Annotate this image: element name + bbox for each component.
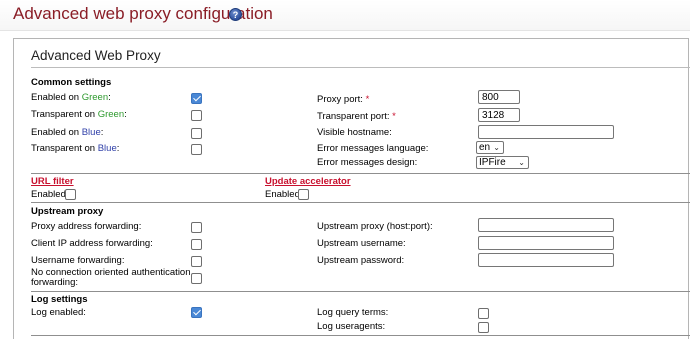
no-connection-auth-forwarding-checkbox[interactable] [191,273,202,284]
required-mark: * [392,111,396,122]
log-useragents-checkbox[interactable] [478,322,489,333]
enabled-on-blue-label: Enabled on Blue: [31,127,104,138]
transparent-port-input[interactable] [478,108,520,122]
url-filter-enabled-checkbox[interactable] [65,189,76,200]
proxy-address-forwarding-checkbox[interactable] [191,222,202,233]
client-ip-forwarding-label: Client IP address forwarding: [31,238,153,249]
transparent-on-blue-label: Transparent on Blue: [31,143,120,154]
panel-title: Advanced Web Proxy [31,48,161,63]
upstream-username-input[interactable] [478,236,614,250]
update-accelerator-enabled-checkbox[interactable] [298,189,309,200]
required-mark: * [365,94,370,105]
help-icon[interactable]: ? [229,8,242,21]
panel-title-divider [31,67,690,68]
log-enabled-checkbox[interactable] [191,307,202,318]
upstream-password-label: Upstream password: [317,255,405,266]
transparent-on-blue-checkbox[interactable] [191,144,202,155]
log-settings-heading: Log settings [31,294,88,305]
url-filter-link[interactable]: URL filter [31,176,74,187]
transparent-port-label: Transparent port: * [317,111,396,122]
url-filter-enabled-label: Enabled [31,189,66,200]
proxy-address-forwarding-label: Proxy address forwarding: [31,221,142,232]
advanced-web-proxy-panel: Advanced Web Proxy Common settings Enabl… [13,38,690,339]
log-enabled-label: Log enabled: [31,307,86,318]
username-forwarding-checkbox[interactable] [191,256,202,267]
upstream-proxy-input[interactable] [478,218,614,232]
upstream-proxy-label: Upstream proxy (host:port): [317,221,433,232]
section-divider [31,291,690,292]
error-messages-design-select[interactable]: IPFire ⌄ [476,156,529,169]
section-divider [31,202,690,203]
proxy-port-label: Proxy port: * [317,94,370,105]
log-query-terms-checkbox[interactable] [478,308,489,319]
client-ip-forwarding-checkbox[interactable] [191,239,202,250]
visible-hostname-label: Visible hostname: [317,127,392,138]
page-header: Advanced web proxy configuration ? [0,0,690,31]
chevron-down-icon: ⌄ [493,143,500,152]
upstream-password-input[interactable] [478,253,614,267]
chevron-down-icon: ⌄ [518,158,525,167]
enabled-on-green-label: Enabled on Green: [31,92,111,103]
no-connection-auth-forwarding-label: No connection oriented authentication for… [31,267,191,288]
update-accelerator-link[interactable]: Update accelerator [265,176,351,187]
username-forwarding-label: Username forwarding: [31,255,125,266]
log-query-terms-label: Log query terms: [317,307,389,318]
log-useragents-label: Log useragents: [317,321,386,332]
section-divider [31,173,690,174]
transparent-on-green-checkbox[interactable] [191,110,202,121]
proxy-port-input[interactable] [478,90,520,104]
transparent-on-green-label: Transparent on Green: [31,109,127,120]
update-accelerator-enabled-label: Enabled [265,189,300,200]
section-divider [31,335,690,336]
enabled-on-green-checkbox[interactable] [191,93,202,104]
common-settings-heading: Common settings [31,77,112,88]
upstream-username-label: Upstream username: [317,238,406,249]
error-messages-language-label: Error messages language: [317,143,429,154]
visible-hostname-input[interactable] [478,125,614,139]
upstream-proxy-heading: Upstream proxy [31,206,104,217]
error-messages-language-select[interactable]: en ⌄ [476,141,504,154]
enabled-on-blue-checkbox[interactable] [191,128,202,139]
error-messages-design-label: Error messages design: [317,157,418,168]
